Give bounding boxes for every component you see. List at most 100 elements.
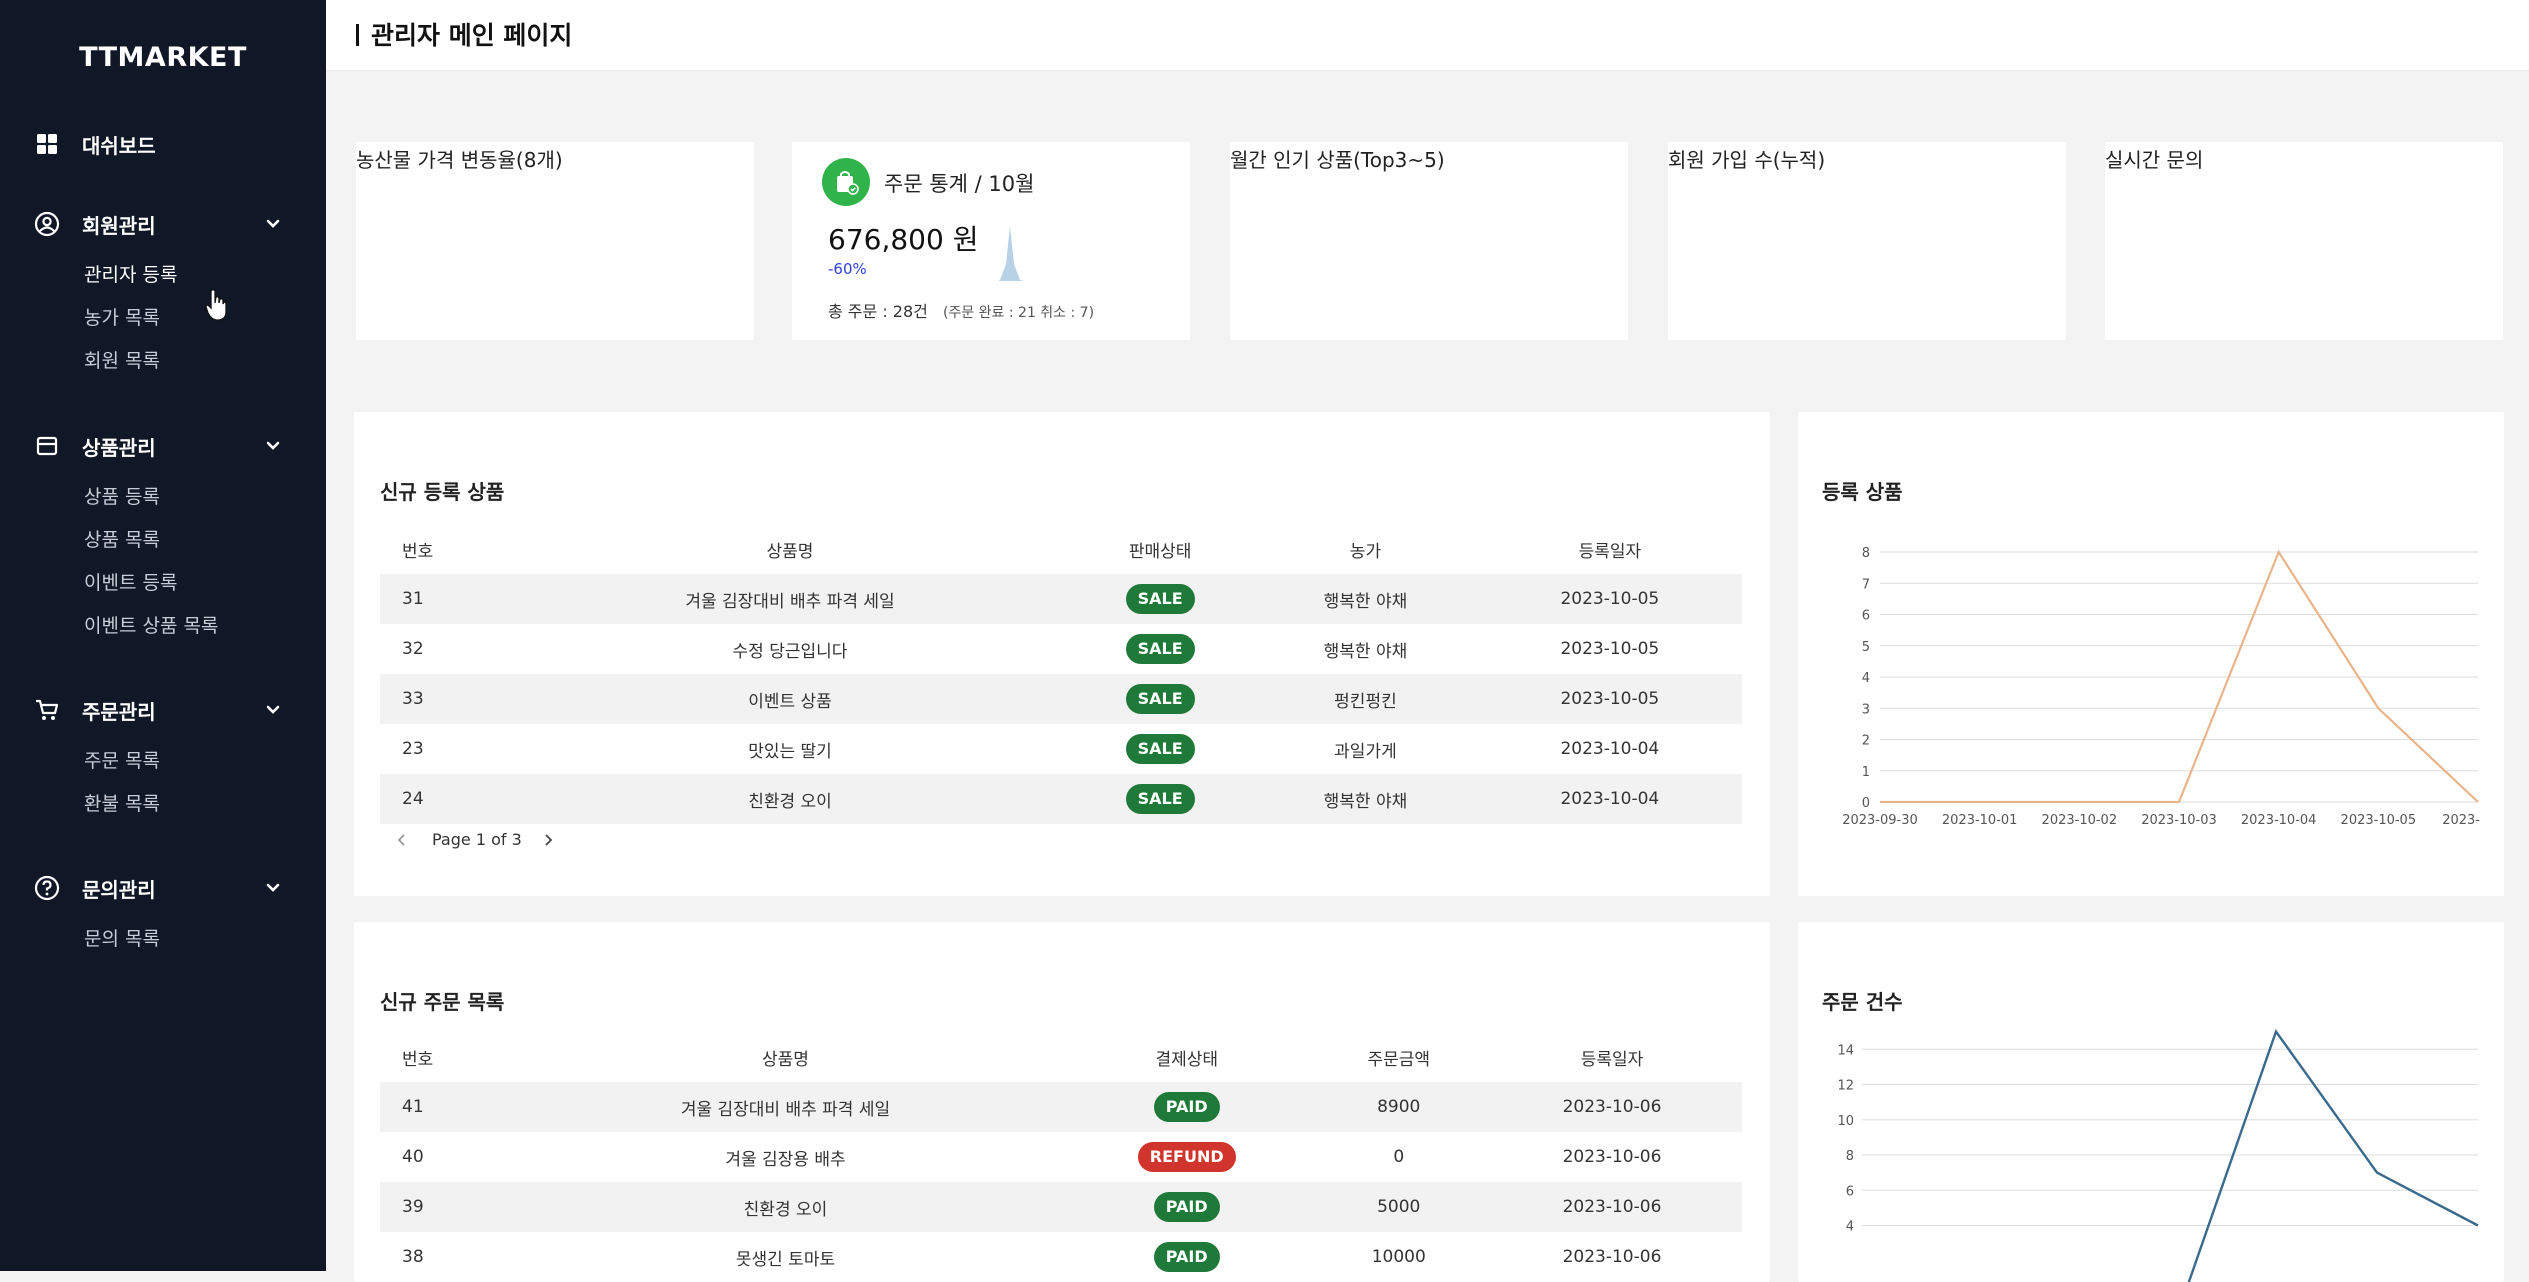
cell-amount: 10000 [1371,1247,1426,1267]
user-circle-icon [34,211,60,237]
new-products-table: 번호 상품명 판매상태 농가 등록일자 31 겨울 김장대비 배추 파격 세일 … [380,524,1742,824]
nav-inquiries-head[interactable]: 문의관리 [0,866,326,910]
pagination: Page 1 of 3 [394,830,556,849]
chevron-down-icon[interactable] [262,699,284,721]
stat-card-members[interactable]: 회원 가입 수(누적) [1668,142,2066,340]
x-tick-label: 2023-10-05 [2341,813,2417,828]
cell-status: SALE [1067,724,1253,774]
chevron-down-icon[interactable] [262,877,284,899]
nav-item-admin-register[interactable]: 관리자 등록 [0,254,326,297]
stat-inquiries-title: 실시간 문의 [2105,148,2204,172]
y-tick-label: 3 [1862,702,1870,717]
top-bar: 관리자 메인 페이지 [326,0,2529,71]
nav-members-label: 회원관리 [82,213,156,238]
col-header[interactable]: 등록일자 [1478,524,1742,574]
chevron-left-icon[interactable] [394,832,410,848]
brand-logo[interactable]: TTMARKET [0,42,326,73]
chevron-down-icon[interactable] [262,213,284,235]
table-row[interactable]: 38 못생긴 토마토 PAID 10000 2023-10-06 [380,1232,1742,1282]
stat-order-total-count: 총 주문 : 28건 [828,302,928,321]
col-header[interactable]: 등록일자 [1482,1032,1742,1082]
nav-section-orders: 주문관리 주문 목록 환불 목록 [0,688,326,826]
x-tick-label: 2023-09-30 [1842,813,1918,828]
table-row[interactable]: 23 맛있는 딸기 SALE 과일가게 2023-10-04 [380,724,1742,774]
cell-payment-status: PAID [1057,1182,1316,1232]
col-header[interactable]: 판매상태 [1067,524,1253,574]
cell-date: 2023-10-05 [1477,674,1742,724]
table-row[interactable]: 40 겨울 김장용 배추 REFUND 0 2023-10-06 [380,1132,1742,1182]
y-tick-label: 8 [1862,546,1870,561]
y-tick-label: 12 [1837,1079,1854,1094]
nav-section-members: 회원관리 관리자 등록 농가 목록 회원 목록 [0,202,326,383]
cell-no: 31 [380,574,513,624]
nav-dashboard[interactable]: 대쉬보드 [0,122,326,166]
table-row[interactable]: 32 수정 당근입니다 SALE 행복한 야채 2023-10-05 [380,624,1742,674]
stat-card-inquiries[interactable]: 실시간 문의 [2105,142,2503,340]
nav-item-event-product-list[interactable]: 이벤트 상품 목록 [0,605,326,648]
x-tick-label: 2023-10-03 [2141,813,2217,828]
nav-products-label: 상품관리 [82,435,156,460]
nav-item-farm-list[interactable]: 농가 목록 [0,297,326,340]
col-header[interactable]: 번호 [380,524,513,574]
cell-no: 41 [380,1082,513,1132]
table-header-row: 번호 상품명 판매상태 농가 등록일자 [380,524,1742,574]
y-tick-label: 4 [1862,671,1870,686]
col-header[interactable]: 농가 [1253,524,1477,574]
nav-item-member-list[interactable]: 회원 목록 [0,340,326,383]
x-tick-label: 2023-10-01 [1942,813,2018,828]
cell-no: 38 [402,1247,424,1267]
sidebar: TTMARKET 대쉬보드 회원관리 관리자 등록 농가 목록 회원 목록 상품… [0,0,326,1271]
cell-date: 2023-10-04 [1477,774,1742,824]
col-header[interactable]: 상품명 [513,524,1067,574]
status-badge: SALE [1125,734,1195,764]
col-header[interactable]: 상품명 [513,1032,1058,1082]
cell-date: 2023-10-06 [1482,1082,1742,1132]
col-header[interactable]: 번호 [380,1032,513,1082]
stat-members-title: 회원 가입 수(누적) [1668,148,1826,172]
cell-date: 2023-10-05 [1477,574,1742,624]
table-row[interactable]: 33 이벤트 상품 SALE 펑킨펑킨 2023-10-05 [380,674,1742,724]
col-header[interactable]: 결제상태 [1058,1032,1316,1082]
col-header[interactable]: 주문금액 [1315,1032,1482,1082]
status-badge: PAID [1153,1242,1220,1272]
page-title: 관리자 메인 페이지 [356,16,572,52]
table-row[interactable]: 31 겨울 김장대비 배추 파격 세일 SALE 행복한 야채 2023-10-… [380,574,1742,624]
nav-item-order-list[interactable]: 주문 목록 [0,740,326,783]
chevron-right-icon[interactable] [540,832,556,848]
stat-card-price-change[interactable]: 농산물 가격 변동율(8개) [356,142,754,340]
cell-product-name: 겨울 김장용 배추 [725,1149,846,1170]
nav-products-head[interactable]: 상품관리 [0,424,326,468]
new-products-panel: 신규 등록 상품 번호 상품명 판매상태 농가 등록일자 31 겨울 김장대비 … [354,412,1770,896]
status-badge: PAID [1153,1092,1220,1122]
stat-order-total: 총 주문 : 28건 (주문 완료 : 21 취소 : 7) [828,298,1094,322]
stat-card-orders[interactable]: 주문 통계 / 10월 676,800 원 -60% 총 주문 : 28건 (주… [792,142,1190,340]
box-icon [34,433,60,459]
status-badge: SALE [1125,684,1195,714]
x-tick-label: 2023- [2442,813,2480,828]
nav-item-refund-list[interactable]: 환불 목록 [0,783,326,826]
table-row[interactable]: 24 친환경 오이 SALE 행복한 야채 2023-10-04 [380,774,1742,824]
table-row[interactable]: 41 겨울 김장대비 배추 파격 세일 PAID 8900 2023-10-06 [380,1082,1742,1132]
nav-item-product-register[interactable]: 상품 등록 [0,476,326,519]
cell-product-name: 이벤트 상품 [513,674,1067,724]
nav-members-head[interactable]: 회원관리 [0,202,326,246]
nav-item-event-register[interactable]: 이벤트 등록 [0,562,326,605]
cell-product-name: 겨울 김장대비 배추 파격 세일 [513,1082,1058,1132]
nav-orders-head[interactable]: 주문관리 [0,688,326,732]
chevron-down-icon[interactable] [262,435,284,457]
y-tick-label: 1 [1862,765,1870,780]
orders-chart-panel: 주문 건수 4 6 8 10 12 14 [1798,922,2504,1282]
cart-icon [34,697,60,723]
cell-no: 40 [402,1147,424,1167]
cell-date: 2023-10-04 [1560,739,1660,759]
y-tick-label: 4 [1846,1220,1854,1235]
nav-section-products: 상품관리 상품 등록 상품 목록 이벤트 등록 이벤트 상품 목록 [0,424,326,648]
cell-amount: 5000 [1315,1182,1482,1232]
y-tick-label: 5 [1862,640,1870,655]
stat-card-popular[interactable]: 월간 인기 상품(Top3~5) [1230,142,1628,340]
y-tick-label: 6 [1862,609,1870,624]
nav-dashboard-head[interactable]: 대쉬보드 [0,122,326,166]
nav-item-inquiry-list[interactable]: 문의 목록 [0,918,326,961]
nav-item-product-list[interactable]: 상품 목록 [0,519,326,562]
table-row[interactable]: 39 친환경 오이 PAID 5000 2023-10-06 [380,1182,1742,1232]
